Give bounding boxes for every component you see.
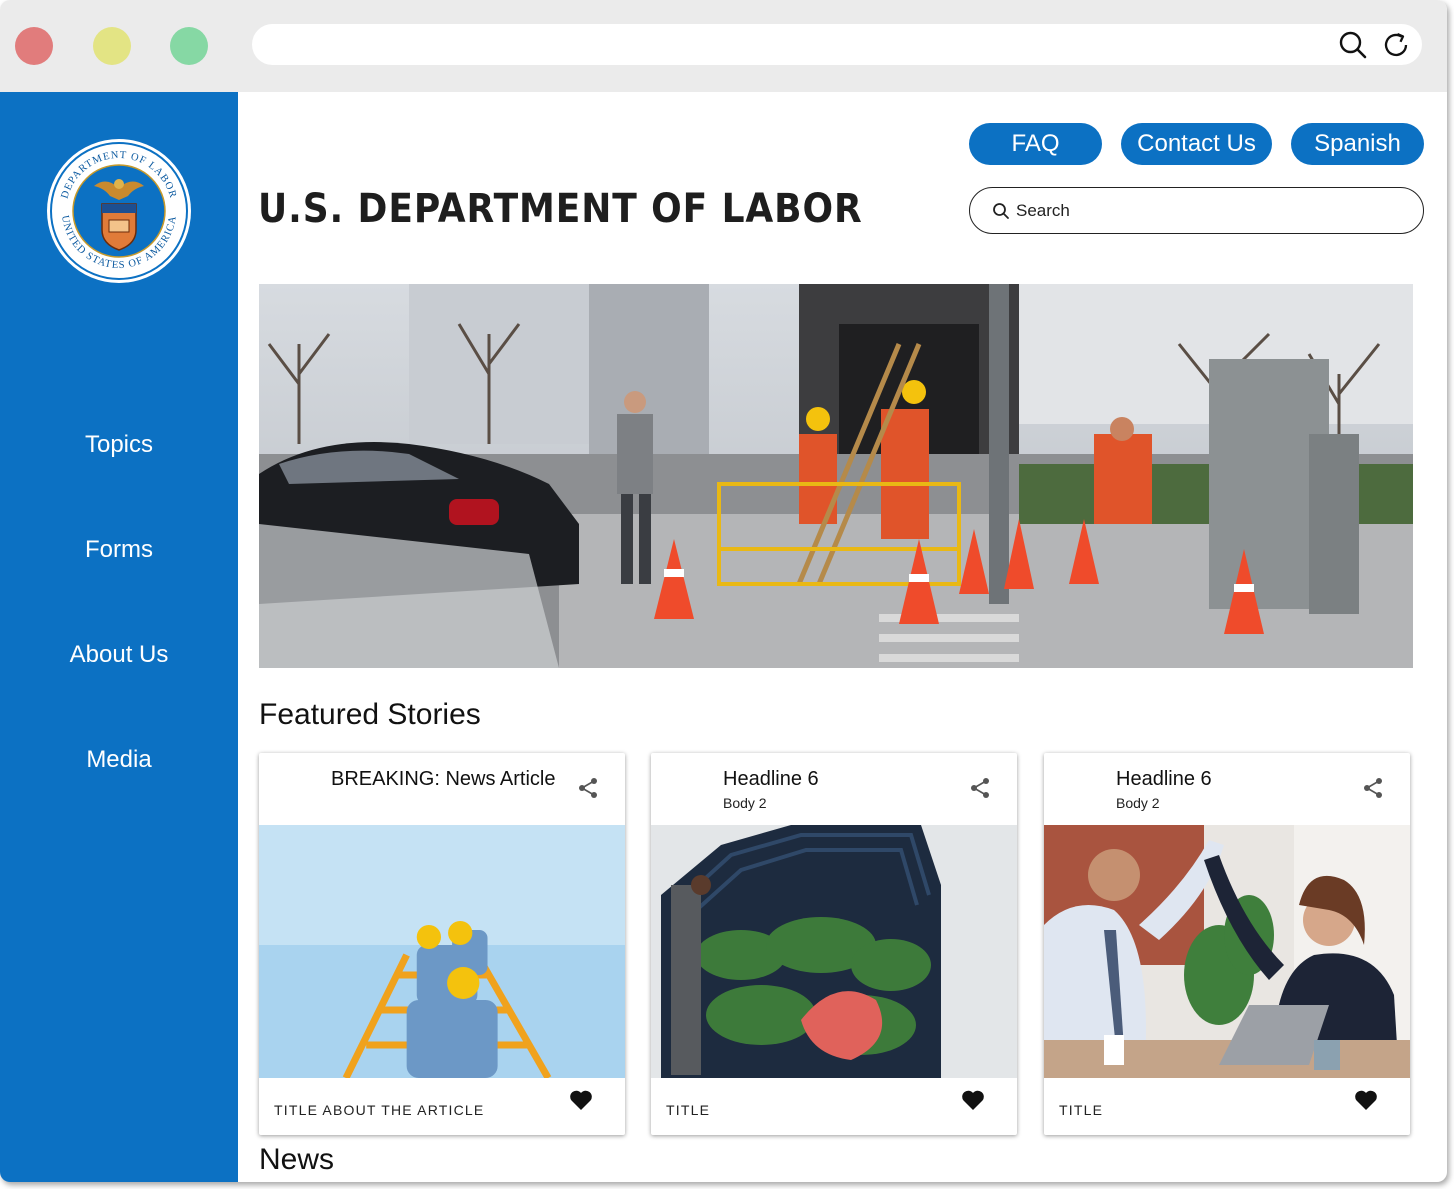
- card-image[interactable]: [259, 825, 625, 1078]
- sidebar-item-topics[interactable]: Topics: [0, 431, 238, 459]
- search-input[interactable]: [1016, 196, 1396, 226]
- reload-icon[interactable]: [1381, 30, 1411, 60]
- card-body: Body 2: [723, 795, 767, 811]
- sidebar-item-forms[interactable]: Forms: [0, 536, 238, 564]
- card-header: Headline 6 Body 2: [651, 753, 1017, 825]
- card-footer-title: TITLE: [666, 1102, 711, 1118]
- share-icon[interactable]: [577, 777, 599, 799]
- minimize-window-button[interactable]: [93, 27, 131, 65]
- contact-us-button[interactable]: Contact Us: [1121, 123, 1272, 165]
- card-header: BREAKING: News Article: [259, 753, 625, 825]
- department-seal-logo[interactable]: DEPARTMENT OF LABOR UNITED STATES OF AME…: [46, 138, 192, 284]
- search-icon: [993, 203, 1009, 219]
- browser-toolbar: [0, 0, 1447, 92]
- sidebar: DEPARTMENT OF LABOR UNITED STATES OF AME…: [0, 92, 238, 1182]
- main-content: FAQ Contact Us Spanish U.S. DEPARTMENT O…: [238, 92, 1447, 1182]
- card-footer-title: TITLE ABOUT THE ARTICLE: [274, 1102, 485, 1118]
- card-headline[interactable]: Headline 6: [723, 768, 819, 791]
- story-card[interactable]: BREAKING: News Article TITLE ABOUT THE A…: [259, 753, 625, 1135]
- share-icon[interactable]: [1362, 777, 1384, 799]
- heart-icon[interactable]: [1354, 1089, 1378, 1111]
- story-card[interactable]: Headline 6 Body 2 TITLE: [651, 753, 1017, 1135]
- heart-icon[interactable]: [961, 1089, 985, 1111]
- heart-icon[interactable]: [569, 1089, 593, 1111]
- story-card[interactable]: Headline 6 Body 2 TITLE: [1044, 753, 1410, 1135]
- site-title[interactable]: U.S. DEPARTMENT OF LABOR: [258, 186, 863, 232]
- card-image[interactable]: [1044, 825, 1410, 1078]
- card-body: Body 2: [1116, 795, 1160, 811]
- card-header: Headline 6 Body 2: [1044, 753, 1410, 825]
- search-box[interactable]: [969, 187, 1424, 234]
- faq-button[interactable]: FAQ: [969, 123, 1102, 165]
- sidebar-item-about-us[interactable]: About Us: [0, 641, 238, 669]
- hero-image: [259, 284, 1413, 668]
- close-window-button[interactable]: [15, 27, 53, 65]
- browser-window: DEPARTMENT OF LABOR UNITED STATES OF AME…: [0, 0, 1447, 1182]
- card-image[interactable]: [651, 825, 1017, 1078]
- card-footer-title: TITLE: [1059, 1102, 1104, 1118]
- search-icon[interactable]: [1338, 30, 1368, 60]
- address-bar[interactable]: [252, 24, 1422, 65]
- card-headline[interactable]: BREAKING: News Article: [331, 768, 556, 791]
- featured-stories-heading: Featured Stories: [259, 698, 481, 731]
- maximize-window-button[interactable]: [170, 27, 208, 65]
- share-icon[interactable]: [969, 777, 991, 799]
- spanish-button[interactable]: Spanish: [1291, 123, 1424, 165]
- news-heading: News: [259, 1143, 335, 1176]
- sidebar-item-media[interactable]: Media: [0, 746, 238, 774]
- card-headline[interactable]: Headline 6: [1116, 768, 1212, 791]
